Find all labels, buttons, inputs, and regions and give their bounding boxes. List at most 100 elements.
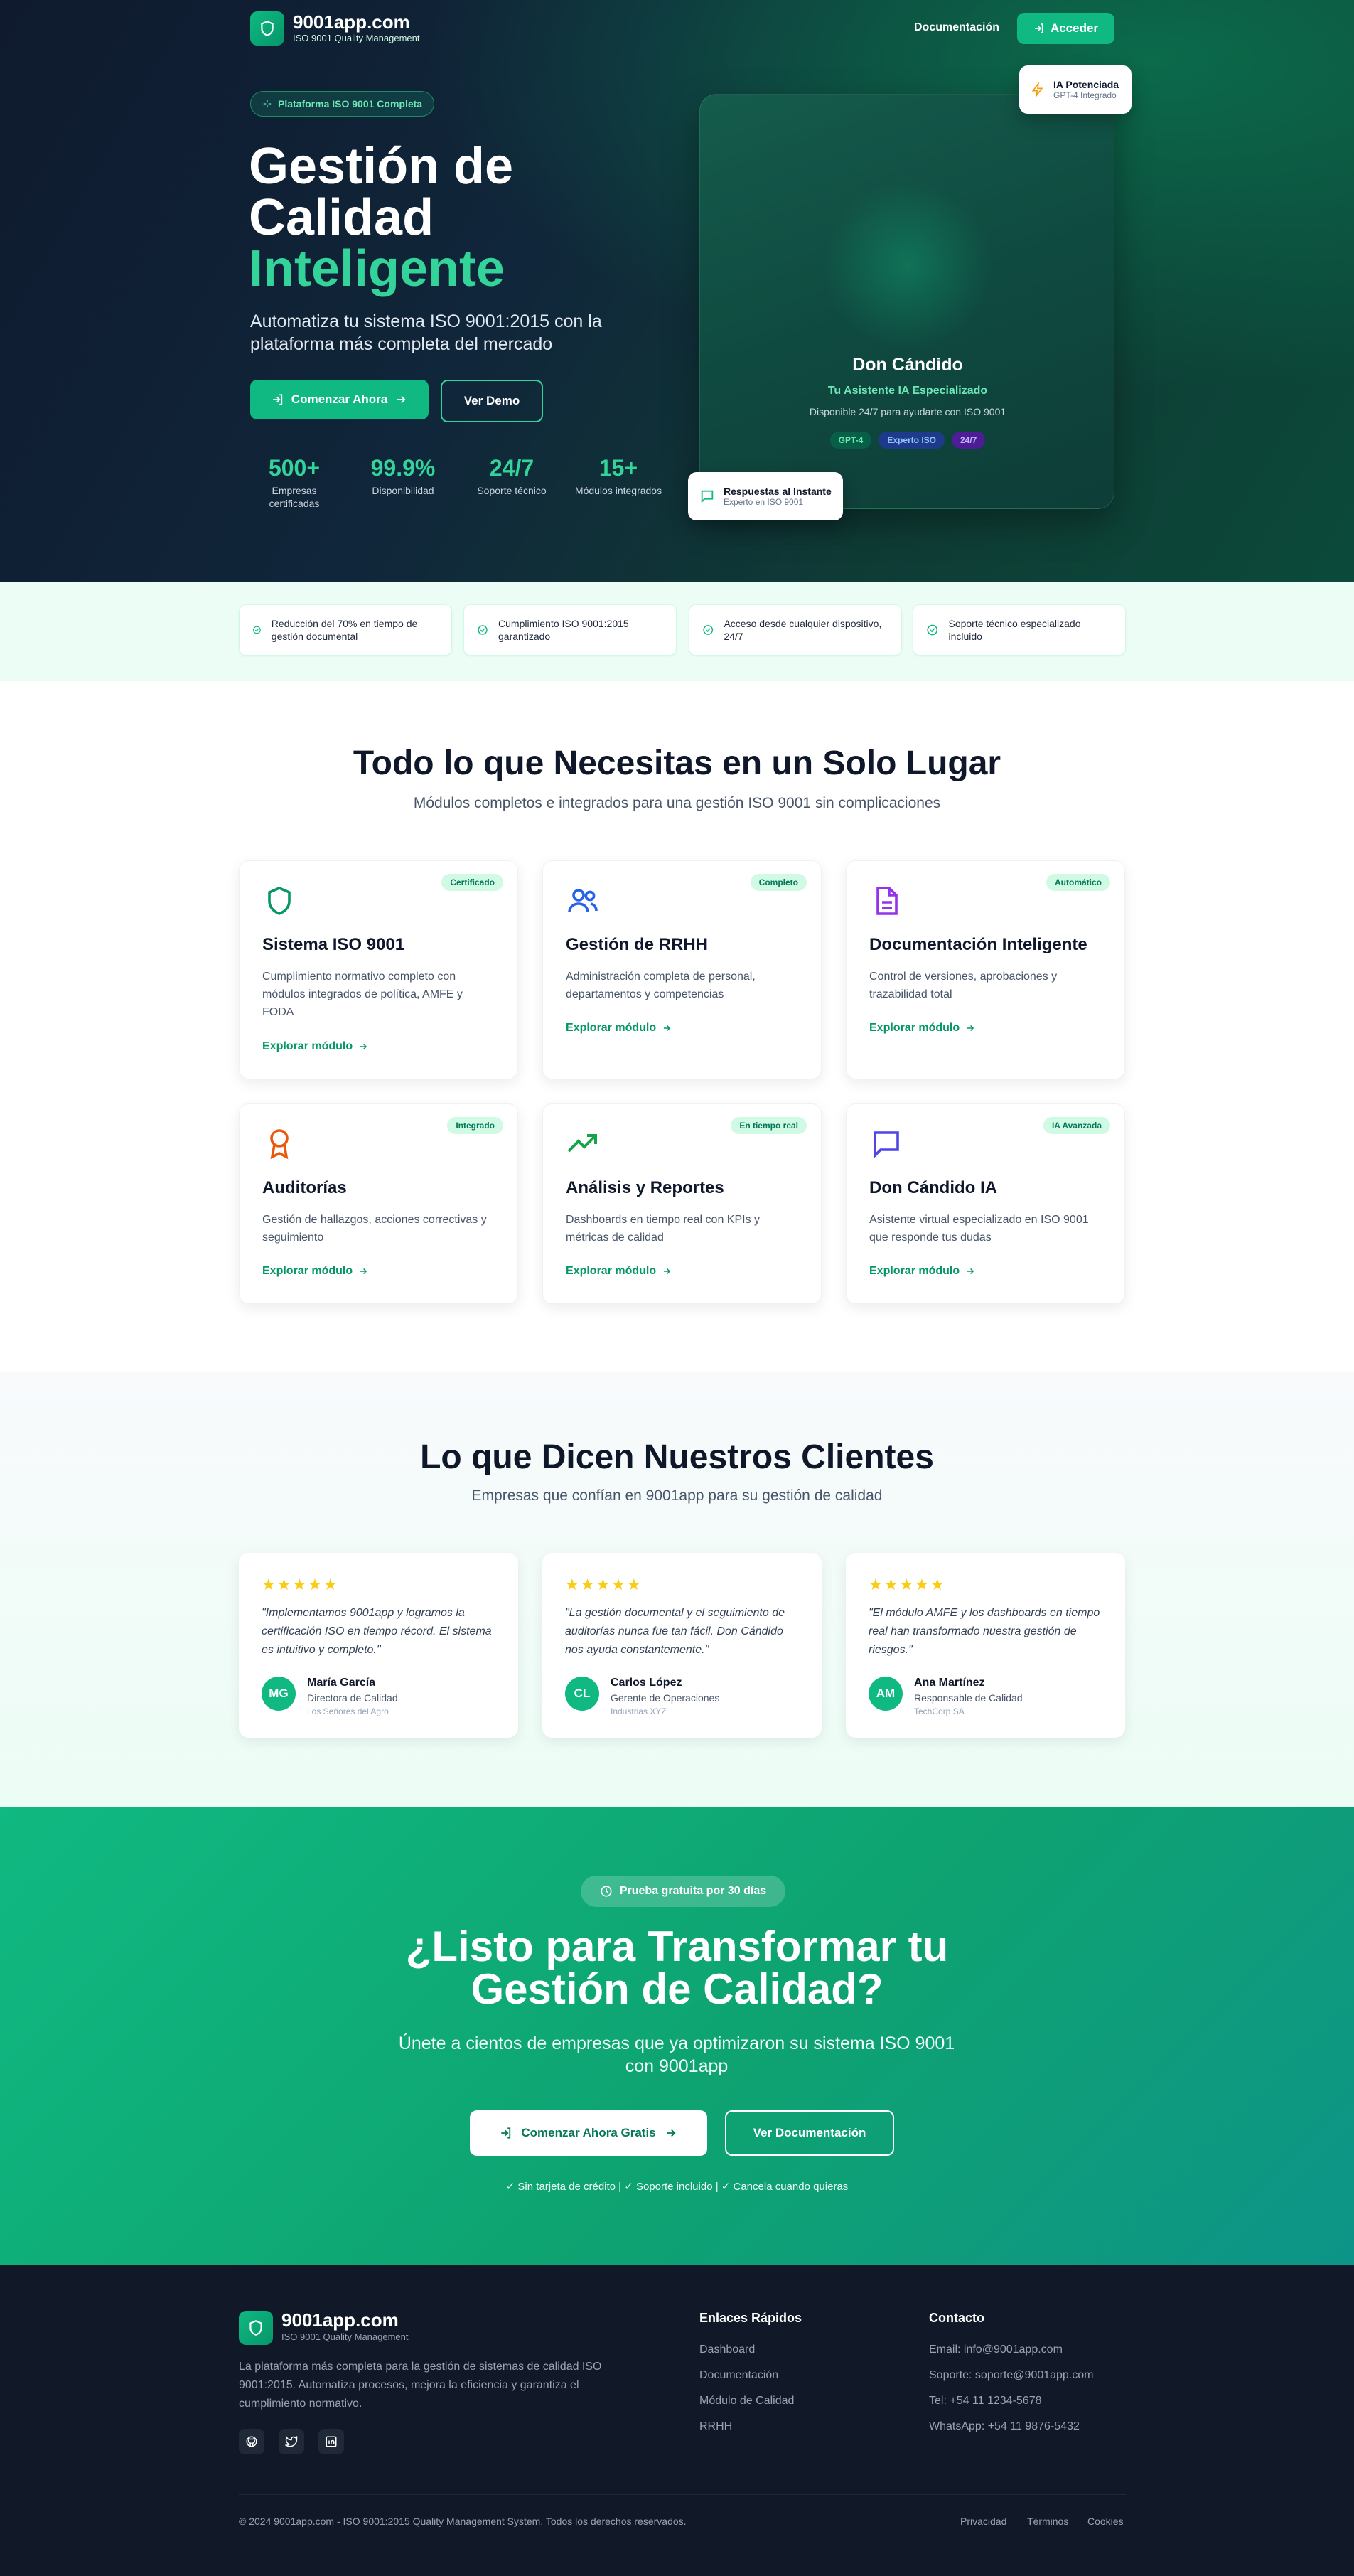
document-icon — [876, 887, 898, 915]
module-badge: Integrado — [447, 1117, 503, 1134]
award-icon — [270, 1129, 289, 1160]
twitter-icon[interactable] — [279, 2429, 304, 2454]
module-badge: IA Avanzada — [1043, 1117, 1110, 1134]
hero-section: 9001app.com ISO 9001 Quality Management … — [0, 0, 1354, 582]
explore-module-link[interactable]: Explorar módulo — [869, 1022, 975, 1035]
module-card-rrhh[interactable]: Completo Gestión de RRHH Administración … — [542, 860, 822, 1079]
explore-label: Explorar módulo — [566, 1022, 657, 1034]
module-badge: Automático — [1046, 874, 1110, 891]
explore-module-link[interactable]: Explorar módulo — [566, 1265, 672, 1278]
benefit-item: Reducción del 70% en tiempo de gestión d… — [239, 604, 452, 656]
stat-label: Disponibilidad — [372, 485, 434, 496]
testimonial-card: ★★★★★ "Implementamos 9001app y logramos … — [239, 1553, 518, 1738]
assistant-name: Don Cándido — [852, 355, 963, 375]
cta-text: Únete a cientos de empresas que ya optim… — [398, 2033, 955, 2076]
assistant-tags: GPT-4 Experto ISO 24/7 — [700, 432, 1115, 449]
logo-shield-icon[interactable] — [239, 2311, 273, 2345]
avatar: MG — [262, 1677, 296, 1711]
explore-module-link[interactable]: Explorar módulo — [262, 1040, 368, 1053]
testimonial-card: ★★★★★ "La gestión documental y el seguim… — [542, 1553, 822, 1738]
clock-icon — [601, 1886, 612, 1897]
start-free-label: Comenzar Ahora Gratis — [521, 2126, 656, 2139]
benefit-item: Cumplimiento ISO 9001:2015 garantizado — [463, 604, 677, 656]
module-title: Sistema ISO 9001 — [262, 935, 405, 954]
stat-value: 99.9% — [370, 455, 436, 481]
module-title: Don Cándido IA — [869, 1178, 997, 1197]
benefit-item: Soporte técnico especializado incluido — [913, 604, 1126, 656]
module-desc: Cumplimiento normativo completo con módu… — [262, 971, 463, 1018]
stat-label: Soporte técnico — [477, 485, 547, 496]
author-name: Carlos López — [611, 1677, 682, 1689]
avatar: AM — [869, 1677, 903, 1711]
module-card-docs[interactable]: Automático Documentación Inteligente Con… — [846, 860, 1125, 1079]
shield-icon — [268, 887, 291, 915]
tag-247: 24/7 — [952, 432, 986, 449]
copyright: © 2024 9001app.com - ISO 9001:2015 Quali… — [239, 2516, 687, 2527]
testimonials-title: Lo que Dicen Nuestros Clientes — [420, 1438, 934, 1476]
lightning-icon — [1031, 82, 1043, 97]
module-desc: Dashboards en tiempo real con KPIs y mét… — [566, 1214, 761, 1244]
linkedin-icon[interactable] — [318, 2429, 344, 2454]
ai-assistant-card: Don Cándido Tu Asistente IA Especializad… — [699, 94, 1114, 509]
explore-label: Explorar módulo — [566, 1265, 657, 1277]
footer-link-rrhh[interactable]: RRHH — [699, 2420, 732, 2433]
module-card-iso[interactable]: Certificado Sistema ISO 9001 Cumplimient… — [239, 860, 518, 1079]
module-card-ai[interactable]: IA Avanzada Don Cándido IA Asistente vir… — [846, 1103, 1125, 1304]
brand-name[interactable]: 9001app.com — [293, 11, 410, 33]
check-circle-icon — [927, 624, 938, 636]
explore-module-link[interactable]: Explorar módulo — [869, 1265, 975, 1278]
footer-description: La plataforma más completa para la gesti… — [239, 2361, 602, 2410]
stat-support: 24/7 Soporte técnico — [468, 455, 556, 497]
start-free-button[interactable]: Comenzar Ahora Gratis — [470, 2110, 707, 2156]
tag-gpt4: GPT-4 — [829, 432, 872, 449]
check-circle-icon — [253, 626, 261, 634]
instant-answers-badge: Respuestas al Instante Experto en ISO 90… — [688, 472, 843, 520]
footer-link-docs[interactable]: Documentación — [699, 2369, 778, 2382]
footer-link-quality[interactable]: Módulo de Calidad — [699, 2395, 794, 2407]
module-desc: Administración completa de personal, dep… — [566, 971, 756, 1000]
trial-pill: Prueba gratuita por 30 días — [581, 1876, 785, 1907]
trial-pill-label: Prueba gratuita por 30 días — [619, 1885, 767, 1897]
module-title: Auditorías — [262, 1178, 347, 1197]
module-card-audits[interactable]: Integrado Auditorías Gestión de hallazgo… — [239, 1103, 518, 1304]
login-icon — [501, 2127, 511, 2139]
avatar: CL — [565, 1677, 599, 1711]
footer-link-dashboard[interactable]: Dashboard — [699, 2343, 755, 2356]
contact-phone[interactable]: Tel: +54 11 1234-5678 — [929, 2395, 1042, 2407]
logo-shield-icon[interactable] — [250, 11, 284, 46]
brand-subtitle: ISO 9001 Quality Management — [293, 33, 420, 43]
footer-brand-name: 9001app.com — [281, 2309, 399, 2331]
privacy-link[interactable]: Privacidad — [960, 2516, 1006, 2527]
users-icon — [568, 889, 598, 913]
login-icon — [273, 394, 282, 405]
module-badge: Completo — [750, 874, 807, 891]
terms-link[interactable]: Términos — [1027, 2516, 1068, 2527]
assistant-glow — [822, 180, 993, 351]
explore-module-link[interactable]: Explorar módulo — [262, 1265, 368, 1278]
module-card-reports[interactable]: En tiempo real Análisis y Reportes Dashb… — [542, 1103, 822, 1304]
view-docs-button[interactable]: Ver Documentación — [725, 2110, 894, 2156]
stat-value: 24/7 — [489, 455, 534, 481]
stat-label: Módulos integrados — [574, 485, 662, 496]
contact-email[interactable]: Email: info@9001app.com — [929, 2343, 1063, 2356]
cookies-link[interactable]: Cookies — [1087, 2516, 1124, 2527]
module-desc: Control de versiones, aprobaciones y tra… — [869, 971, 1058, 1000]
explore-label: Explorar módulo — [869, 1022, 960, 1034]
sparkle-icon — [263, 100, 272, 108]
author-company: TechCorp SA — [914, 1706, 965, 1716]
nav-documentation-link[interactable]: Documentación — [914, 21, 999, 34]
instant-answers-title: Respuestas al Instante — [724, 486, 832, 497]
cta-note: ✓ Sin tarjeta de crédito | ✓ Soporte inc… — [505, 2181, 849, 2193]
github-icon[interactable] — [239, 2429, 264, 2454]
start-now-label: Comenzar Ahora — [291, 392, 388, 406]
contact-whatsapp[interactable]: WhatsApp: +54 11 9876-5432 — [929, 2420, 1080, 2433]
author-role: Gerente de Operaciones — [611, 1692, 720, 1704]
start-now-button[interactable]: Comenzar Ahora — [250, 380, 429, 419]
login-button[interactable]: Acceder — [1017, 13, 1114, 44]
view-demo-button[interactable]: Ver Demo — [441, 380, 543, 422]
explore-module-link[interactable]: Explorar módulo — [566, 1022, 672, 1035]
arrow-right-icon — [664, 1268, 671, 1275]
arrow-right-icon — [664, 1025, 671, 1032]
contact-support[interactable]: Soporte: soporte@9001app.com — [929, 2369, 1094, 2382]
module-badge: En tiempo real — [731, 1117, 807, 1134]
